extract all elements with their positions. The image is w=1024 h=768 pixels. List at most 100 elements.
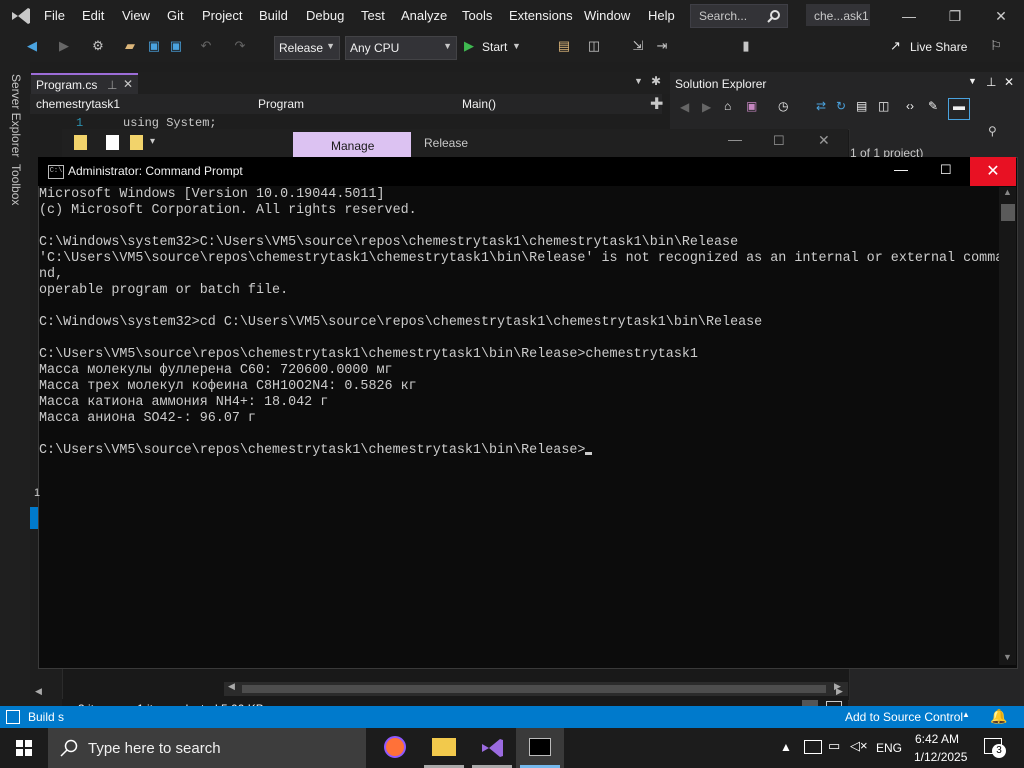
history-icon[interactable]: ◷ [778,99,788,113]
search-icon[interactable]: ⚲ [988,124,997,138]
scroll-down-icon[interactable]: ▼ [1003,652,1012,662]
menu-git[interactable]: Git [167,8,184,23]
cmd-maximize-icon[interactable]: ☐ [940,162,952,178]
close-icon[interactable]: ✕ [1004,75,1014,89]
save-icon[interactable]: ▣ [146,38,162,54]
explorer-maximize-icon[interactable]: ☐ [773,133,785,149]
collapse-icon[interactable]: ▤ [856,99,867,113]
live-share-button[interactable]: ↗ Live Share [890,38,970,56]
platform-select[interactable]: Any CPU ▼ [345,36,457,60]
chevron-down-icon[interactable]: ▼ [968,76,977,86]
sync-icon[interactable]: ⇄ [816,99,826,113]
open-folder-icon[interactable]: ▰ [122,38,138,54]
undo-icon[interactable]: ↶ [198,38,214,54]
close-icon[interactable]: ✕ [123,77,133,91]
visual-studio-taskbar-button[interactable] [468,728,516,768]
home-icon[interactable]: ⌂ [724,99,731,113]
wrench-icon[interactable]: ✎ [928,99,938,113]
menu-build[interactable]: Build [259,8,288,23]
forward-icon[interactable]: ▶ [702,100,711,114]
class-nav-dropdown[interactable]: Program [258,97,304,111]
add-to-source-control-button[interactable]: Add to Source Control [845,710,963,724]
vs-restore-icon[interactable]: ❐ [932,0,978,32]
command-prompt-taskbar-button[interactable] [516,728,564,768]
network-icon[interactable] [804,740,822,754]
split-icon[interactable]: ✚ [650,94,663,114]
code-view-icon[interactable]: ‹› [906,99,914,113]
project-nav-dropdown[interactable]: chemestrytask1 [36,97,120,111]
server-explorer-tab[interactable]: Server Explorer [9,74,23,157]
notification-bell-icon[interactable]: 🔔 [990,708,1007,725]
notification-center-button[interactable]: 3 [978,728,1014,768]
scroll-thumb[interactable] [242,685,826,693]
menu-tools[interactable]: Tools [462,8,492,23]
quick-access-icon[interactable] [74,135,87,150]
scroll-left-icon[interactable]: ◀ [35,686,42,697]
file-explorer-taskbar-button[interactable] [420,728,468,768]
language-indicator[interactable]: ENG [876,741,902,755]
browse-icon[interactable]: ▤ [556,38,572,54]
redo-icon[interactable]: ↷ [232,38,248,54]
menu-window[interactable]: Window [584,8,630,23]
menu-help[interactable]: Help [648,8,675,23]
scroll-right-icon[interactable]: ▶ [836,686,843,697]
speaker-muted-icon[interactable]: ◁× [850,738,868,754]
cmd-console-output[interactable]: Microsoft Windows [Version 10.0.19044.50… [39,187,999,665]
menu-edit[interactable]: Edit [82,8,104,23]
switch-view-icon[interactable]: ▣ [746,99,757,113]
tab-overflow-icon[interactable]: ▼ [634,76,643,86]
cmd-close-icon[interactable]: ✕ [970,157,1016,186]
menu-view[interactable]: View [122,8,150,23]
start-button[interactable] [0,728,48,768]
pin-icon[interactable]: ⊥ [107,78,117,92]
taskbar-search-box[interactable]: Type here to search [48,728,366,768]
menu-test[interactable]: Test [361,8,385,23]
menu-extensions[interactable]: Extensions [509,8,573,23]
menu-debug[interactable]: Debug [306,8,344,23]
firefox-taskbar-button[interactable] [372,728,420,768]
back-icon[interactable]: ◀ [680,100,689,114]
explorer-close-icon[interactable]: ✕ [818,132,830,149]
clock-time[interactable]: 6:42 AM [915,732,959,746]
start-button[interactable]: ▶ Start ▼ [462,38,522,56]
feedback-icon[interactable]: ⚐ [988,38,1004,54]
scroll-left-icon[interactable]: ◀ [228,681,235,692]
clock-date[interactable]: 1/12/2025 [914,750,967,764]
step-over-icon[interactable]: ⇥ [654,38,670,54]
toolbox-tab[interactable]: Toolbox [9,164,23,205]
cmd-vertical-scrollbar[interactable]: ▲ ▼ [999,187,1016,665]
step-icon[interactable]: ⇲ [630,38,646,54]
gear-icon[interactable]: ✱ [651,74,661,88]
properties-icon[interactable] [106,135,119,150]
vs-search-box[interactable]: Search... [690,4,788,28]
preview-icon[interactable]: ▬ [948,98,970,120]
new-folder-icon[interactable] [130,135,143,150]
forward-icon[interactable]: ▶ [56,38,72,54]
pin-icon[interactable]: ⊥ [986,75,996,89]
tab-program-cs[interactable]: Program.cs ⊥ ✕ [31,73,138,96]
explorer-minimize-icon[interactable]: — [728,131,742,147]
scroll-up-icon[interactable]: ▲ [1003,187,1012,197]
vs-close-icon[interactable]: ✕ [978,0,1024,32]
show-hidden-icons-icon[interactable]: ▲ [780,740,792,754]
refresh-icon[interactable]: ↻ [836,99,846,113]
screenshot-icon[interactable]: ◫ [586,38,602,54]
save-all-icon[interactable]: ▣ [168,38,184,54]
hardware-icon[interactable]: ▭ [828,738,840,754]
configuration-select[interactable]: Release ▼ [274,36,340,60]
vs-minimize-icon[interactable]: — [886,0,932,32]
menu-analyze[interactable]: Analyze [401,8,447,23]
bookmark-icon[interactable]: ▮ [738,38,754,54]
menu-file[interactable]: File [44,8,65,23]
menu-project[interactable]: Project [202,8,242,23]
cmd-minimize-icon[interactable]: — [894,161,908,177]
scroll-thumb[interactable] [1001,204,1015,221]
show-all-icon[interactable]: ◫ [878,99,889,113]
customize-dropdown-icon[interactable]: ▾ [150,136,155,147]
solution-name-chip[interactable]: che...ask1 [806,4,870,26]
explorer-horizontal-scrollbar[interactable]: ◀ ▶ [224,681,848,696]
new-project-icon[interactable]: ⚙ [90,38,106,54]
manage-tab[interactable]: Manage [293,132,411,157]
member-nav-dropdown[interactable]: Main() [462,97,496,111]
back-icon[interactable]: ◀ [24,38,40,54]
